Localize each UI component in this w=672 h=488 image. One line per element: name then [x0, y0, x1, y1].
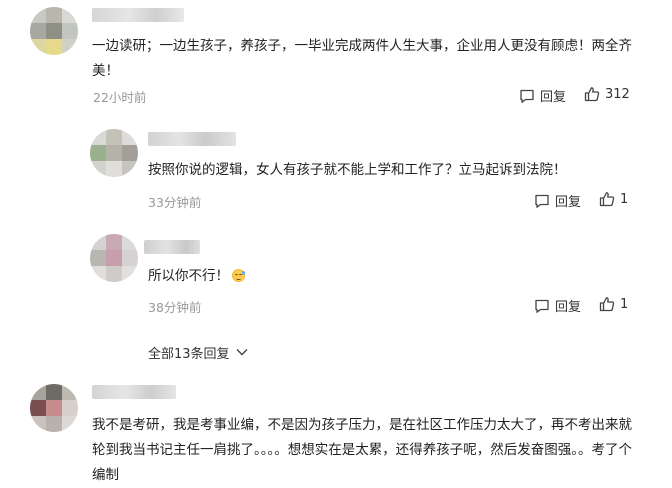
crying-laughing-emoji-icon	[232, 269, 245, 282]
comment-bubble-icon	[534, 298, 550, 314]
reply-button[interactable]: 回复	[519, 86, 566, 105]
username[interactable]	[92, 385, 176, 399]
avatar[interactable]	[30, 7, 78, 55]
reply-button[interactable]: 回复	[534, 296, 581, 315]
comment-text: 一边读研；一边生孩子，养孩子，一毕业完成两件人生大事，企业用人更没有顾虑！两全齐…	[92, 38, 632, 79]
like-button[interactable]: 1	[599, 191, 628, 207]
comment-bubble-icon	[534, 193, 550, 209]
avatar[interactable]	[30, 384, 78, 432]
reply-text: 所以你不行！	[148, 264, 548, 289]
reply-label: 回复	[555, 300, 582, 315]
comment-bubble-icon	[519, 88, 535, 104]
reply-label: 回复	[555, 195, 582, 210]
reply-time: 38分钟前	[148, 300, 202, 315]
username[interactable]	[148, 132, 236, 146]
comment-time: 22小时前	[93, 90, 147, 105]
like-button[interactable]: 312	[584, 86, 630, 102]
reply-text: 按照你说的逻辑，女人有孩子就不能上学和工作了？立马起诉到法院！	[148, 162, 567, 178]
like-count: 1	[620, 191, 629, 207]
avatar[interactable]	[90, 234, 138, 282]
expand-replies-label: 全部13条回复	[148, 347, 230, 362]
username[interactable]	[144, 240, 200, 254]
expand-replies-button[interactable]: 全部13条回复	[148, 343, 248, 362]
like-button[interactable]: 1	[599, 296, 628, 312]
thumbs-up-icon	[599, 191, 615, 207]
like-count: 1	[620, 296, 629, 312]
like-count: 312	[605, 86, 630, 102]
reply-time: 33分钟前	[148, 195, 202, 210]
chevron-down-icon	[236, 345, 248, 360]
thumbs-up-icon	[599, 296, 615, 312]
reply-text-content: 所以你不行！	[148, 268, 229, 284]
avatar[interactable]	[90, 129, 138, 177]
thumbs-up-icon	[584, 86, 600, 102]
comment-text: 我不是考研，我是考事业编，不是因为孩子压力，是在社区工作压力太大了，再不考出来就…	[92, 417, 632, 483]
reply-label: 回复	[540, 90, 567, 105]
username[interactable]	[92, 8, 184, 22]
reply-button[interactable]: 回复	[534, 191, 581, 210]
